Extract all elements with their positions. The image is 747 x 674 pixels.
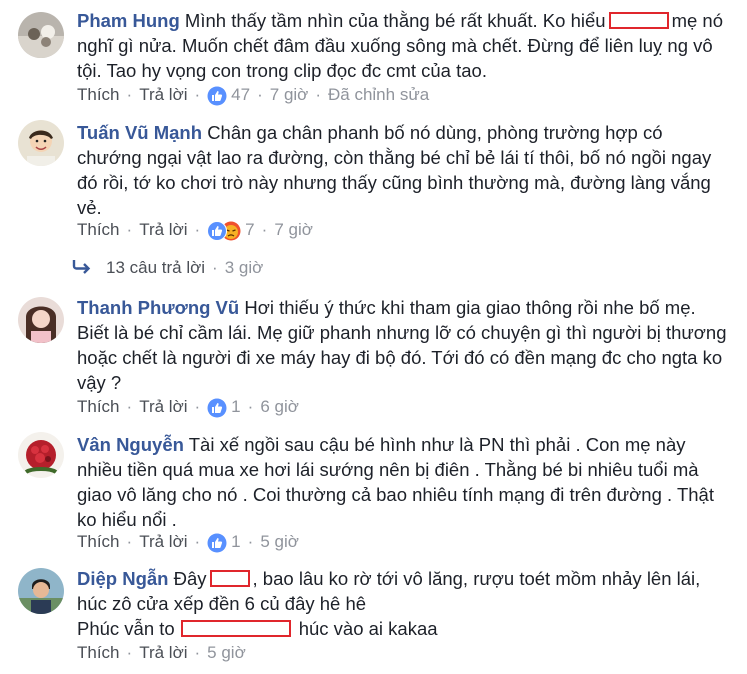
comment-body: Vân Nguyễn Tài xế ngồi sau cậu bé hình n… xyxy=(77,432,727,532)
commenter-name[interactable]: Diệp Ngẫn xyxy=(77,568,168,589)
commenter-name[interactable]: Vân Nguyễn xyxy=(77,434,184,455)
view-replies-link[interactable]: 13 câu trả lời · 3 giờ xyxy=(72,257,263,279)
reply-button[interactable]: Trả lời xyxy=(139,532,187,551)
reply-button[interactable]: Trả lời xyxy=(139,397,187,416)
like-button[interactable]: Thích xyxy=(77,532,120,551)
like-button[interactable]: Thích xyxy=(77,643,120,662)
reply-arrow-icon xyxy=(72,258,92,280)
reply-button[interactable]: Trả lời xyxy=(139,643,187,662)
reaction-count[interactable]: 1 xyxy=(231,532,240,551)
like-button[interactable]: Thích xyxy=(77,220,120,239)
like-icon[interactable] xyxy=(207,398,227,418)
replies-count[interactable]: 13 câu trả lời xyxy=(106,258,205,277)
comment-actions: Thích · Trả lời · 7 · 7 giờ xyxy=(77,220,313,241)
comment-text: húc vào ai kakaa xyxy=(298,618,438,639)
timestamp[interactable]: 3 giờ xyxy=(225,258,264,277)
reply-button[interactable]: Trả lời xyxy=(139,85,187,104)
timestamp[interactable]: 7 giờ xyxy=(274,220,313,239)
like-icon[interactable] xyxy=(207,533,227,553)
avatar[interactable] xyxy=(18,12,64,58)
avatar[interactable] xyxy=(18,432,64,478)
timestamp[interactable]: 5 giờ xyxy=(260,532,299,551)
comment-text: , bao lâu ko rờ tới vô lăng, rượu toét m… xyxy=(77,568,701,614)
edited-label[interactable]: Đã chỉnh sửa xyxy=(328,85,429,104)
comment-body: Pham Hung Mình thấy tầm nhìn của thằng b… xyxy=(77,8,727,83)
comment-actions: Thích · Trả lời · 1 · 5 giờ xyxy=(77,532,299,553)
comment-text: Phúc vẫn to xyxy=(77,618,175,639)
commenter-name[interactable]: Pham Hung xyxy=(77,10,180,31)
reactions[interactable] xyxy=(207,220,241,241)
comment-actions: Thích · Trả lời · 1 · 6 giờ xyxy=(77,397,299,418)
commenter-name[interactable]: Tuấn Vũ Mạnh xyxy=(77,122,202,143)
comment-text: Đây xyxy=(173,568,207,589)
timestamp[interactable]: 5 giờ xyxy=(207,643,246,662)
redaction-box xyxy=(180,620,291,638)
reaction-count[interactable]: 7 xyxy=(245,220,254,239)
timestamp[interactable]: 6 giờ xyxy=(260,397,299,416)
avatar[interactable] xyxy=(18,120,64,166)
like-button[interactable]: Thích xyxy=(77,85,120,104)
like-icon[interactable] xyxy=(207,86,227,106)
reaction-count[interactable]: 47 xyxy=(231,85,250,104)
comment-actions: Thích · Trả lời · 5 giờ xyxy=(77,643,246,662)
comment-body: Thanh Phương Vũ Hơi thiếu ý thức khi tha… xyxy=(77,295,727,395)
avatar[interactable] xyxy=(18,297,64,343)
comment-body: Tuấn Vũ Mạnh Chân ga chân phanh bố nó dù… xyxy=(77,120,727,220)
redaction-box xyxy=(608,12,669,30)
reaction-count[interactable]: 1 xyxy=(231,397,240,416)
reply-button[interactable]: Trả lời xyxy=(139,220,187,239)
like-button[interactable]: Thích xyxy=(77,397,120,416)
avatar[interactable] xyxy=(18,568,64,614)
comment-actions: Thích · Trả lời · 47 · 7 giờ · Đã chỉnh sửa xyxy=(77,85,430,106)
redaction-box xyxy=(209,570,250,588)
timestamp[interactable]: 7 giờ xyxy=(270,85,309,104)
commenter-name[interactable]: Thanh Phương Vũ xyxy=(77,297,239,318)
comment-body: Diệp Ngẫn Đây, bao lâu ko rờ tới vô lăng… xyxy=(77,566,727,641)
comment-text: Mình thấy tầm nhìn của thằng bé rất khuấ… xyxy=(184,10,606,31)
